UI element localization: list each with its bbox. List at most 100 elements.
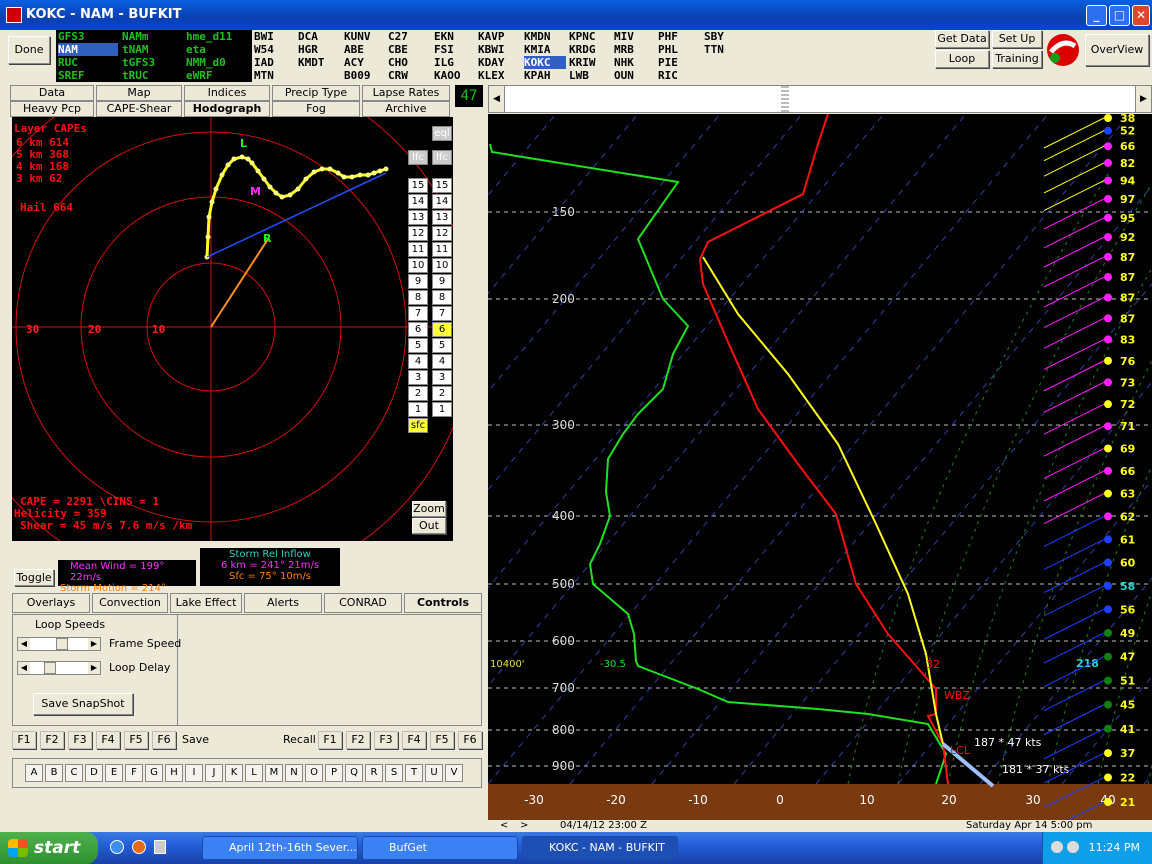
recall-key-f3[interactable]: F3 (374, 731, 398, 749)
level-left-9[interactable]: 9 (408, 274, 428, 289)
get-data-button[interactable]: Get Data (935, 30, 989, 48)
close-button[interactable]: ✕ (1132, 5, 1150, 26)
lower-tab-lake-effect[interactable]: Lake Effect (170, 593, 242, 613)
tab-archive[interactable]: Archive (362, 101, 450, 117)
level-left-2[interactable]: 2 (408, 386, 428, 401)
letter-key-d[interactable]: D (85, 764, 103, 782)
calculator-quicklaunch-icon[interactable] (154, 840, 166, 854)
station-iad[interactable]: IAD (254, 56, 274, 69)
level-left-11[interactable]: 11 (408, 242, 428, 257)
overview-button[interactable]: OverView (1085, 34, 1149, 66)
minimize-button[interactable]: _ (1086, 5, 1107, 26)
letter-key-m[interactable]: M (265, 764, 283, 782)
station-hgr[interactable]: HGR (298, 43, 318, 56)
station-mrb[interactable]: MRB (614, 43, 634, 56)
letter-key-e[interactable]: E (105, 764, 123, 782)
letter-key-l[interactable]: L (245, 764, 263, 782)
level-left-8[interactable]: 8 (408, 290, 428, 305)
save-key-f6[interactable]: F6 (152, 731, 176, 749)
level-right-11[interactable]: 11 (432, 242, 452, 257)
frame-speed-slider[interactable]: ◀ ▶ (17, 637, 101, 651)
eql-button[interactable]: eql (432, 126, 452, 141)
save-snapshot-button[interactable]: Save SnapShot (33, 693, 133, 715)
station-kriw[interactable]: KRIW (569, 56, 596, 69)
station-kokc[interactable]: KOKC (524, 56, 566, 69)
level-left-10[interactable]: 10 (408, 258, 428, 273)
model-nam[interactable]: NAM (58, 43, 118, 56)
station-abe[interactable]: ABE (344, 43, 364, 56)
station-kday[interactable]: KDAY (478, 56, 505, 69)
letter-key-r[interactable]: R (365, 764, 383, 782)
level-left-6[interactable]: 6 (408, 322, 428, 337)
letter-key-g[interactable]: G (145, 764, 163, 782)
level-right-4[interactable]: 4 (432, 354, 452, 369)
training-button[interactable]: Training (992, 50, 1042, 68)
task-bufkit[interactable]: KOKC - NAM - BUFKIT (522, 836, 678, 860)
model-namm[interactable]: NAMm (122, 30, 149, 43)
station-bwi[interactable]: BWI (254, 30, 274, 43)
save-key-f4[interactable]: F4 (96, 731, 120, 749)
station-phl[interactable]: PHL (658, 43, 678, 56)
model-truc[interactable]: tRUC (122, 69, 149, 82)
lower-tab-overlays[interactable]: Overlays (12, 593, 90, 613)
slider-thumb[interactable] (781, 86, 789, 112)
letter-key-n[interactable]: N (285, 764, 303, 782)
station-ekn[interactable]: EKN (434, 30, 454, 43)
recall-key-f5[interactable]: F5 (430, 731, 454, 749)
done-button[interactable]: Done (8, 36, 50, 64)
letter-key-t[interactable]: T (405, 764, 423, 782)
station-pie[interactable]: PIE (658, 56, 678, 69)
save-key-f3[interactable]: F3 (68, 731, 92, 749)
letter-key-o[interactable]: O (305, 764, 323, 782)
letter-key-q[interactable]: Q (345, 764, 363, 782)
time-slider[interactable]: ◀ ▶ (488, 85, 1152, 113)
maximize-button[interactable]: □ (1109, 5, 1130, 26)
lower-tab-convection[interactable]: Convection (92, 593, 168, 613)
save-key-f2[interactable]: F2 (40, 731, 64, 749)
model-gfs3[interactable]: GFS3 (58, 30, 85, 43)
station-kunv[interactable]: KUNV (344, 30, 371, 43)
lfc-button-left[interactable]: lfc (408, 150, 428, 165)
station-acy[interactable]: ACY (344, 56, 364, 69)
model-nmm-d0[interactable]: NMM_d0 (186, 56, 226, 69)
station-klex[interactable]: KLEX (478, 69, 505, 82)
station-cho[interactable]: CHO (388, 56, 408, 69)
tab-map[interactable]: Map (96, 85, 182, 101)
model-sref[interactable]: SREF (58, 69, 85, 82)
station-kaoo[interactable]: KAOO (434, 69, 461, 82)
station-sby[interactable]: SBY (704, 30, 724, 43)
model-tgfs3[interactable]: tGFS3 (122, 56, 155, 69)
lower-tab-controls[interactable]: Controls (404, 593, 482, 613)
letter-key-u[interactable]: U (425, 764, 443, 782)
level-right-15[interactable]: 15 (432, 178, 452, 193)
station-kpah[interactable]: KPAH (524, 69, 551, 82)
level-left-14[interactable]: 14 (408, 194, 428, 209)
set-up-button[interactable]: Set Up (992, 30, 1042, 48)
station-ttn[interactable]: TTN (704, 43, 724, 56)
station-kmdn[interactable]: KMDN (524, 30, 551, 43)
recall-key-f6[interactable]: F6 (458, 731, 482, 749)
level-left-7[interactable]: 7 (408, 306, 428, 321)
loop-delay-slider[interactable]: ◀ ▶ (17, 661, 101, 675)
model-tnam[interactable]: tNAM (122, 43, 149, 56)
tray-volume-icon[interactable] (1067, 841, 1079, 853)
station-ilg[interactable]: ILG (434, 56, 454, 69)
lower-tab-conrad[interactable]: CONRAD (324, 593, 402, 613)
model-ruc[interactable]: RUC (58, 56, 78, 69)
timeline-prev-icon[interactable]: < (500, 820, 508, 831)
model-ewrf[interactable]: eWRF (186, 69, 213, 82)
recall-key-f2[interactable]: F2 (346, 731, 370, 749)
station-kmdt[interactable]: KMDT (298, 56, 325, 69)
save-key-f1[interactable]: F1 (12, 731, 36, 749)
level-left-3[interactable]: 3 (408, 370, 428, 385)
tab-indices[interactable]: Indices (184, 85, 270, 101)
station-kbwi[interactable]: KBWI (478, 43, 505, 56)
station-lwb[interactable]: LWB (569, 69, 589, 82)
tab-cape-shear[interactable]: CAPE-Shear (96, 101, 182, 117)
station-w54[interactable]: W54 (254, 43, 274, 56)
level-left-1[interactable]: 1 (408, 402, 428, 417)
slider-left-arrow-icon[interactable]: ◀ (489, 86, 505, 112)
level-right-5[interactable]: 5 (432, 338, 452, 353)
level-left-15[interactable]: 15 (408, 178, 428, 193)
lfc-button-right[interactable]: lfc (432, 150, 452, 165)
